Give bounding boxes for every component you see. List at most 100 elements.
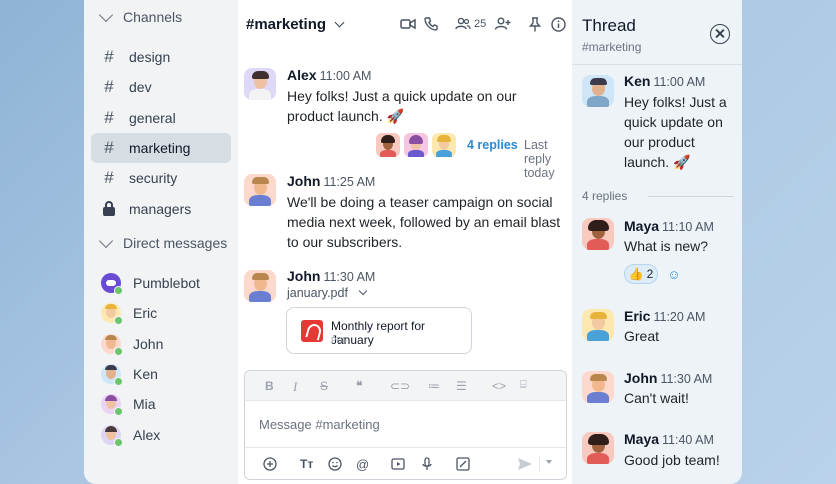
- emoji-icon[interactable]: [328, 457, 342, 474]
- app-window: Channels # design # dev # general # mark…: [84, 0, 742, 484]
- quote-icon[interactable]: ❝: [356, 379, 362, 393]
- message-text: Hey folks! Just a quick update on our pr…: [287, 88, 517, 124]
- members-button[interactable]: 25: [455, 16, 486, 32]
- video-call-icon[interactable]: [400, 16, 416, 32]
- replies-count: 4 replies: [582, 189, 628, 203]
- sidebar-item-mia[interactable]: Mia: [91, 389, 231, 419]
- avatar: [101, 303, 123, 325]
- strikethrough-icon[interactable]: S: [320, 379, 328, 393]
- channel-name: security: [129, 170, 178, 186]
- attachment-label: january.pdf: [287, 286, 348, 300]
- avatar: [101, 334, 123, 356]
- avatar: [582, 309, 614, 341]
- bold-icon[interactable]: B: [265, 379, 274, 393]
- dm-name: Eric: [133, 305, 158, 321]
- info-icon[interactable]: [551, 16, 566, 32]
- numbered-list-icon[interactable]: ≔: [428, 379, 440, 393]
- direct-messages-label: Direct messages: [123, 235, 228, 251]
- sidebar-item-security[interactable]: # security: [91, 163, 231, 193]
- channel-title-button[interactable]: #marketing: [246, 16, 326, 33]
- add-reaction-icon[interactable]: ☺: [664, 264, 684, 284]
- message-text: Hey folks! Just a quick update on our pr…: [624, 94, 727, 170]
- message-author: John 11:25 AM: [287, 173, 376, 189]
- last-reply-text: Last reply today: [524, 138, 555, 180]
- sidebar-item-eric[interactable]: Eric: [91, 298, 231, 328]
- online-status-icon: [114, 316, 123, 325]
- channel-name: general: [129, 110, 176, 126]
- sidebar-item-alex[interactable]: Alex: [91, 420, 231, 450]
- sidebar-item-pumblebot[interactable]: Pumblebot: [91, 268, 231, 298]
- sidebar-item-ken[interactable]: Ken: [91, 359, 231, 389]
- channel-name: managers: [129, 201, 192, 217]
- file-type: PDF: [331, 336, 347, 345]
- text-format-icon[interactable]: Tт: [300, 457, 313, 471]
- sidebar-item-general[interactable]: # general: [91, 103, 231, 133]
- sidebar-item-john[interactable]: John: [91, 329, 231, 359]
- thread-title: Thread: [582, 16, 636, 35]
- add-member-icon[interactable]: [494, 16, 511, 32]
- dm-name: Pumblebot: [133, 275, 200, 291]
- message-time: 11:00 AM: [319, 69, 372, 83]
- message-input[interactable]: Message #marketing: [259, 417, 380, 432]
- phone-call-icon[interactable]: [424, 16, 438, 32]
- reaction-thumbs-up[interactable]: 👍 2: [624, 264, 658, 284]
- link-icon[interactable]: ⊂⊃: [390, 379, 410, 393]
- avatar: [244, 174, 276, 206]
- message-john: [244, 174, 276, 206]
- mention-icon[interactable]: @: [356, 457, 369, 472]
- divider: [539, 456, 540, 472]
- message-text: Can't wait!: [624, 390, 689, 406]
- sidebar-item-design[interactable]: # design: [91, 42, 231, 72]
- online-status-icon: [114, 347, 123, 356]
- bullet-list-icon[interactable]: ☰: [456, 379, 467, 393]
- online-status-icon: [114, 286, 123, 295]
- channels-section-toggle[interactable]: Channels: [98, 7, 183, 25]
- chevron-down-icon[interactable]: [334, 17, 345, 27]
- channels-label: Channels: [123, 9, 183, 25]
- send-button[interactable]: [517, 457, 533, 474]
- message-time: 11:30 AM: [660, 372, 713, 386]
- view-replies-link[interactable]: 4 replies: [467, 138, 518, 152]
- channel-name: dev: [129, 79, 152, 95]
- direct-messages-section-toggle[interactable]: Direct messages: [98, 233, 228, 251]
- message-time: 11:20 AM: [653, 310, 706, 324]
- avatar: [101, 364, 123, 386]
- sidebar-item-managers[interactable]: managers: [91, 194, 231, 224]
- thumbs-up-icon: 👍: [628, 267, 644, 281]
- video-clip-icon[interactable]: [391, 457, 405, 474]
- channel-name: marketing: [129, 140, 191, 156]
- file-attachment-card[interactable]: Monthly report for January PDF: [286, 307, 472, 354]
- avatar: [582, 371, 614, 403]
- channel-name: design: [129, 49, 171, 65]
- message-text: What is new?: [624, 238, 709, 254]
- avatar: [244, 68, 276, 100]
- close-thread-button[interactable]: [710, 24, 730, 44]
- add-attachment-icon[interactable]: [263, 457, 277, 474]
- sidebar-item-marketing[interactable]: # marketing: [91, 133, 231, 163]
- dm-name: Mia: [133, 396, 156, 412]
- pdf-file-icon: [301, 320, 323, 342]
- screen-capture-icon[interactable]: [456, 457, 470, 474]
- hash-icon: #: [104, 108, 114, 127]
- message-author: John 11:30 AM: [624, 370, 713, 386]
- message-time: 11:40 AM: [662, 433, 714, 447]
- pin-icon[interactable]: [529, 16, 541, 32]
- sidebar-item-dev[interactable]: # dev: [91, 72, 231, 102]
- avatar: [101, 394, 123, 416]
- hash-icon: #: [104, 47, 114, 66]
- divider: [648, 196, 734, 197]
- dm-name: Ken: [133, 366, 158, 382]
- message-text: We'll be doing a teaser campaign on soci…: [287, 194, 561, 250]
- send-options-chevron-icon[interactable]: [546, 460, 552, 464]
- attachment-toggle[interactable]: january.pdf: [287, 286, 368, 300]
- dm-name: John: [133, 336, 164, 352]
- lock-icon: [101, 201, 117, 217]
- hash-icon: #: [104, 138, 114, 157]
- member-count: 25: [474, 18, 487, 30]
- message-author: Alex 11:00 AM: [287, 67, 372, 83]
- code-block-icon[interactable]: ⌸: [520, 379, 527, 392]
- microphone-icon[interactable]: [421, 457, 433, 474]
- italic-icon[interactable]: I: [293, 379, 297, 395]
- code-icon[interactable]: <>: [492, 379, 506, 393]
- message-author: Eric 11:20 AM: [624, 308, 706, 324]
